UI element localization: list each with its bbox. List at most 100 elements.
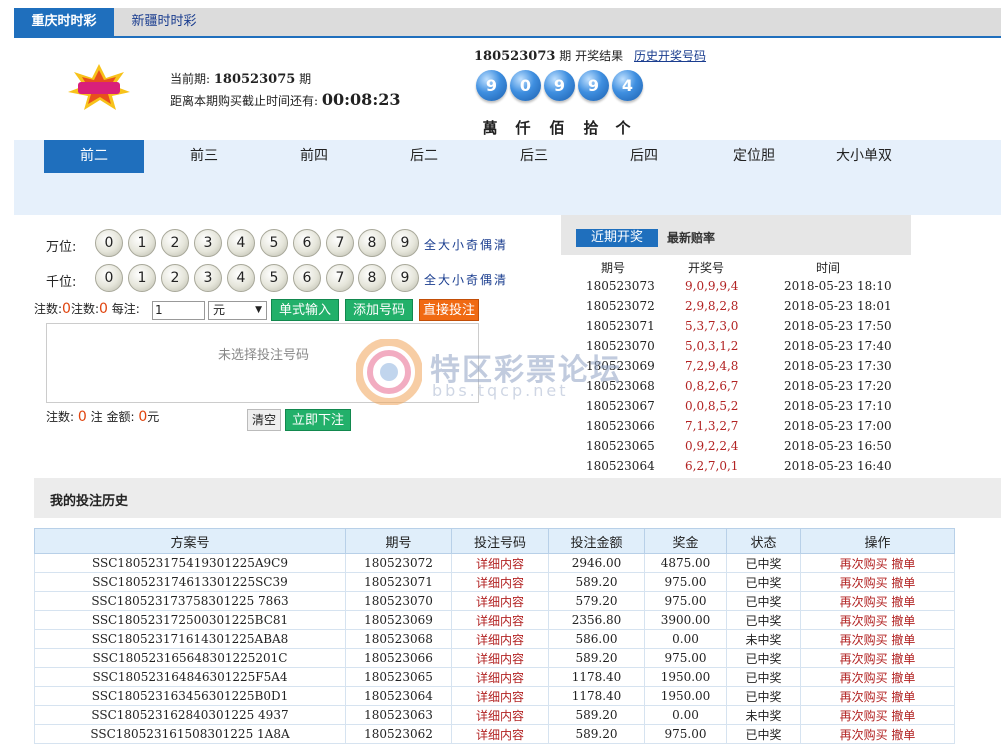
lottery-tabs: 重庆时时彩 新疆时时彩 bbox=[14, 8, 1001, 38]
tab-front-two[interactable]: 前二 bbox=[44, 140, 144, 173]
number-ball[interactable]: 4 bbox=[227, 229, 255, 257]
clear-button[interactable]: 清空 bbox=[247, 409, 281, 431]
number-ball[interactable]: 6 bbox=[293, 264, 321, 292]
cancel-link[interactable]: 撤单 bbox=[891, 690, 915, 704]
recent-numbers: 6,2,7,0,1 bbox=[685, 459, 739, 473]
recent-time: 2018-05-23 17:10 bbox=[784, 399, 892, 413]
tab-chongqing[interactable]: 重庆时时彩 bbox=[14, 8, 114, 36]
number-ball[interactable]: 5 bbox=[260, 229, 288, 257]
number-ball[interactable]: 1 bbox=[128, 229, 156, 257]
detail-link[interactable]: 详细内容 bbox=[451, 610, 549, 630]
detail-link[interactable]: 详细内容 bbox=[451, 667, 549, 687]
tab-front-three[interactable]: 前三 bbox=[154, 140, 254, 173]
cancel-link[interactable]: 撤单 bbox=[891, 709, 915, 723]
bet-now-button[interactable]: 立即下注 bbox=[285, 409, 351, 431]
history-numbers-link[interactable]: 历史开奖号码 bbox=[634, 47, 706, 64]
direct-bet-button[interactable]: 直接投注 bbox=[419, 299, 479, 321]
detail-link[interactable]: 详细内容 bbox=[451, 705, 549, 725]
bet-amount: 1178.40 bbox=[548, 667, 645, 687]
number-ball[interactable]: 2 bbox=[161, 264, 189, 292]
cancel-link[interactable]: 撤单 bbox=[891, 557, 915, 571]
rebuy-link[interactable]: 再次购买 bbox=[840, 557, 888, 571]
status: 已中奖 bbox=[726, 667, 801, 687]
cancel-link[interactable]: 撤单 bbox=[891, 633, 915, 647]
period: 180523069 bbox=[345, 610, 452, 630]
place-label: 拾 bbox=[583, 119, 599, 137]
tab-latest-odds[interactable]: 最新赔率 bbox=[667, 229, 715, 246]
detail-link[interactable]: 详细内容 bbox=[451, 553, 549, 573]
recent-time: 2018-05-23 17:00 bbox=[784, 419, 892, 433]
tab-back-four[interactable]: 后四 bbox=[594, 140, 694, 173]
tab-recent-draws[interactable]: 近期开奖 bbox=[576, 229, 658, 247]
multiplier-input[interactable]: 1 bbox=[152, 301, 205, 320]
place-label: 佰 bbox=[549, 119, 565, 137]
number-ball[interactable]: 6 bbox=[293, 229, 321, 257]
bet-amount: 589.20 bbox=[548, 705, 645, 725]
number-ball[interactable]: 5 bbox=[260, 264, 288, 292]
quick-select-links[interactable]: 全大小奇偶清 bbox=[424, 271, 508, 288]
cancel-link[interactable]: 撤单 bbox=[891, 728, 915, 742]
rebuy-link[interactable]: 再次购买 bbox=[840, 576, 888, 590]
cancel-link[interactable]: 撤单 bbox=[891, 614, 915, 628]
selected-numbers-box[interactable]: 未选择投注号码 bbox=[46, 323, 479, 403]
bet-count-line: 注数:0注数:0 每注: bbox=[34, 301, 140, 317]
number-ball[interactable]: 3 bbox=[194, 229, 222, 257]
cancel-link[interactable]: 撤单 bbox=[891, 576, 915, 590]
tab-big-small-odd-even[interactable]: 大小单双 bbox=[814, 140, 914, 173]
tab-back-three[interactable]: 后三 bbox=[484, 140, 584, 173]
number-ball[interactable]: 8 bbox=[358, 264, 386, 292]
col-period: 期号 bbox=[345, 528, 452, 554]
rebuy-link[interactable]: 再次购买 bbox=[840, 633, 888, 647]
tab-position[interactable]: 定位胆 bbox=[704, 140, 804, 173]
detail-link[interactable]: 详细内容 bbox=[451, 724, 549, 744]
lottery-logo bbox=[68, 64, 130, 110]
rebuy-link[interactable]: 再次购买 bbox=[840, 690, 888, 704]
rebuy-link[interactable]: 再次购买 bbox=[840, 614, 888, 628]
number-ball[interactable]: 7 bbox=[326, 229, 354, 257]
rebuy-link[interactable]: 再次购买 bbox=[840, 595, 888, 609]
quick-select-links[interactable]: 全大小奇偶清 bbox=[424, 236, 508, 253]
number-ball[interactable]: 8 bbox=[358, 229, 386, 257]
detail-link[interactable]: 详细内容 bbox=[451, 591, 549, 611]
current-period: 当前期: 180523075 期 bbox=[170, 72, 312, 87]
rebuy-link[interactable]: 再次购买 bbox=[840, 671, 888, 685]
result-ball: 9 bbox=[578, 70, 609, 101]
add-number-button[interactable]: 添加号码 bbox=[345, 299, 413, 321]
result-balls: 9 0 9 9 4 bbox=[474, 70, 644, 106]
detail-link[interactable]: 详细内容 bbox=[451, 686, 549, 706]
bet-history-title: 我的投注历史 bbox=[50, 494, 129, 509]
recent-numbers: 5,3,7,3,0 bbox=[685, 319, 739, 333]
cancel-link[interactable]: 撤单 bbox=[891, 595, 915, 609]
unit-select[interactable]: 元 ▼ bbox=[208, 301, 267, 320]
detail-link[interactable]: 详细内容 bbox=[451, 572, 549, 592]
cancel-link[interactable]: 撤单 bbox=[891, 652, 915, 666]
detail-link[interactable]: 详细内容 bbox=[451, 629, 549, 649]
number-ball[interactable]: 0 bbox=[95, 264, 123, 292]
number-ball[interactable]: 9 bbox=[391, 229, 419, 257]
plan-id: SSC180523163456301225B0D1 bbox=[34, 686, 346, 706]
recent-numbers: 2,9,8,2,8 bbox=[685, 299, 739, 313]
number-ball[interactable]: 1 bbox=[128, 264, 156, 292]
plan-id: SSC180523173758301225 7863 bbox=[34, 591, 346, 611]
cancel-link[interactable]: 撤单 bbox=[891, 671, 915, 685]
number-ball[interactable]: 4 bbox=[227, 264, 255, 292]
tab-xinjiang[interactable]: 新疆时时彩 bbox=[114, 8, 214, 36]
single-input-button[interactable]: 单式输入 bbox=[271, 299, 339, 321]
table-row: SSC180523165648301225201C 180523066 详细内容… bbox=[34, 648, 955, 668]
detail-link[interactable]: 详细内容 bbox=[451, 648, 549, 668]
period: 180523071 bbox=[345, 572, 452, 592]
tab-back-two[interactable]: 后二 bbox=[374, 140, 474, 173]
number-ball[interactable]: 7 bbox=[326, 264, 354, 292]
rebuy-link[interactable]: 再次购买 bbox=[840, 709, 888, 723]
actions: 再次购买 撤单 bbox=[800, 724, 955, 744]
rebuy-link[interactable]: 再次购买 bbox=[840, 728, 888, 742]
number-ball[interactable]: 0 bbox=[95, 229, 123, 257]
number-ball[interactable]: 3 bbox=[194, 264, 222, 292]
recent-time: 2018-05-23 17:40 bbox=[784, 339, 892, 353]
tab-front-four[interactable]: 前四 bbox=[264, 140, 364, 173]
result-ball: 0 bbox=[510, 70, 541, 101]
number-ball[interactable]: 2 bbox=[161, 229, 189, 257]
number-ball[interactable]: 9 bbox=[391, 264, 419, 292]
rebuy-link[interactable]: 再次购买 bbox=[840, 652, 888, 666]
recent-period: 180523073 bbox=[586, 279, 655, 293]
